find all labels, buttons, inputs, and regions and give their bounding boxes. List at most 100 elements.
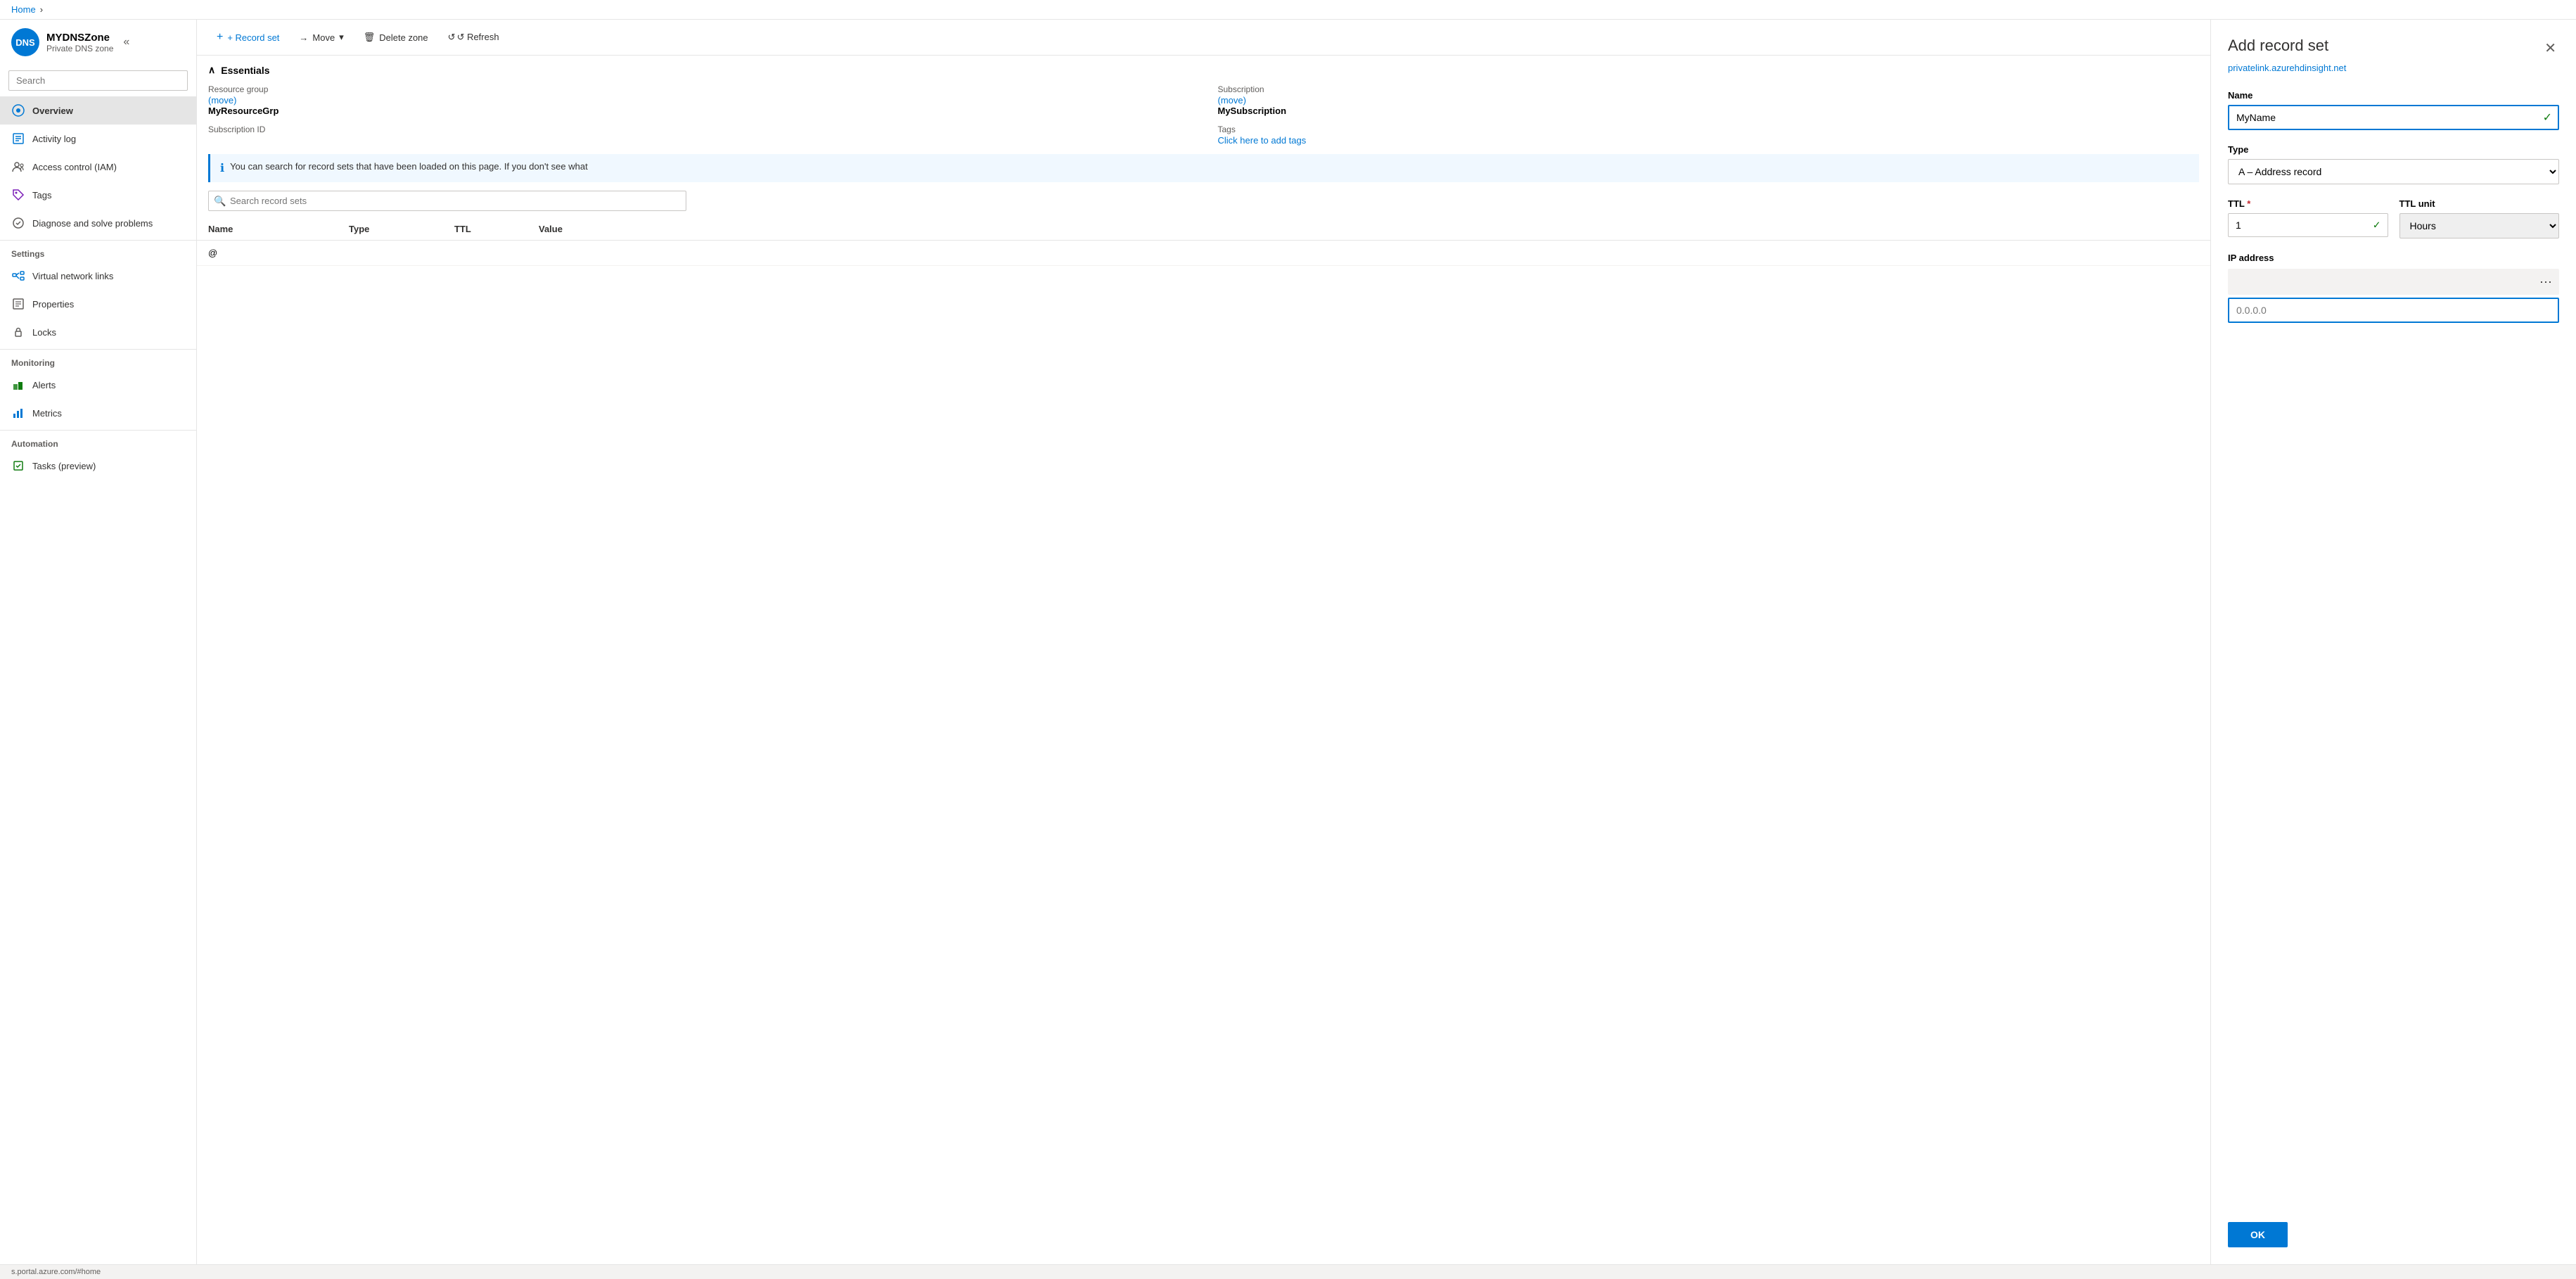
tasks-preview-icon — [11, 459, 25, 473]
breadcrumb-home[interactable]: Home — [11, 4, 36, 15]
breadcrumb[interactable]: Home › — [11, 4, 2565, 15]
essentials-title: Essentials — [221, 65, 269, 76]
settings-section-label: Settings — [0, 240, 196, 262]
resource-group-move-link[interactable]: (move) — [208, 95, 236, 106]
panel-subtitle: privatelink.azurehdinsight.net — [2228, 63, 2559, 73]
sidebar-header: DNS MYDNSZone Private DNS zone « — [0, 20, 196, 65]
locks-icon — [11, 325, 25, 339]
sidebar-item-properties[interactable]: Properties — [0, 290, 196, 318]
row-ttl — [454, 248, 539, 258]
refresh-icon: ↺ — [448, 32, 456, 43]
panel-type-select[interactable]: A – Address record AAAA – IPv6 address r… — [2228, 159, 2559, 184]
essentials-subscription-id: Subscription ID — [208, 125, 1190, 146]
ip-header: ··· — [2228, 269, 2559, 295]
move-button[interactable]: → Move ▾ — [290, 27, 352, 47]
overview-icon — [11, 103, 25, 117]
search-record-sets-icon: 🔍 — [214, 195, 226, 207]
panel-type-label: Type — [2228, 144, 2559, 155]
add-icon: + — [217, 31, 223, 44]
add-record-set-button[interactable]: + + Record set — [208, 27, 288, 48]
sidebar-resource-info: MYDNSZone Private DNS zone — [46, 32, 113, 53]
sidebar-item-label-virtual-network-links: Virtual network links — [32, 271, 113, 281]
panel-name-label: Name — [2228, 90, 2559, 101]
subscription-id-label: Subscription ID — [208, 125, 1190, 134]
sidebar-item-label-access-control: Access control (IAM) — [32, 162, 117, 172]
delete-icon: 🗑 — [364, 32, 376, 43]
sidebar-item-label-overview: Overview — [32, 106, 73, 116]
sidebar-item-overview[interactable]: Overview — [0, 96, 196, 125]
sidebar-item-label-alerts: Alerts — [32, 380, 56, 390]
sidebar-item-label-activity-log: Activity log — [32, 134, 76, 144]
content-area: + + Record set → Move ▾ 🗑 Delete zone ↺ … — [197, 20, 2210, 1264]
monitoring-section-label: Monitoring — [0, 349, 196, 371]
table-header: Name Type TTL Value — [197, 218, 2210, 241]
ip-address-input[interactable] — [2228, 298, 2559, 323]
status-url: s.portal.azure.com/#home — [11, 1268, 101, 1276]
ip-address-section: IP address ··· — [2228, 253, 2559, 323]
sidebar-item-label-tags: Tags — [32, 190, 51, 201]
virtual-network-links-icon — [11, 269, 25, 283]
sidebar-item-alerts[interactable]: Alerts — [0, 371, 196, 399]
panel-close-button[interactable]: ✕ — [2542, 37, 2559, 60]
sidebar-item-tags[interactable]: Tags — [0, 181, 196, 209]
sidebar-item-locks[interactable]: Locks — [0, 318, 196, 346]
tags-add-link[interactable]: Click here to add tags — [1218, 135, 1307, 146]
ttl-required-indicator: * — [2247, 198, 2250, 209]
essentials-tags: Tags Click here to add tags — [1218, 125, 2200, 146]
resource-group-value: MyResourceGrp — [208, 106, 1190, 116]
activity-log-icon — [11, 132, 25, 146]
toolbar: + + Record set → Move ▾ 🗑 Delete zone ↺ … — [197, 20, 2210, 56]
ttl-unit-label: TTL unit — [2399, 198, 2560, 209]
metrics-icon — [11, 406, 25, 420]
sidebar-resource-type: Private DNS zone — [46, 44, 113, 53]
search-record-sets-input[interactable] — [208, 191, 686, 211]
sidebar-collapse-button[interactable]: « — [120, 33, 132, 51]
info-banner-text: You can search for record sets that have… — [230, 161, 588, 175]
ttl-unit-field: TTL unit Seconds Minutes Hours Days — [2399, 198, 2560, 238]
move-chevron-icon: ▾ — [339, 32, 344, 43]
sidebar-item-label-diagnose: Diagnose and solve problems — [32, 218, 153, 229]
essentials-subscription: Subscription (move) MySubscription — [1218, 84, 2200, 116]
essentials-chevron-icon: ∧ — [208, 64, 215, 76]
delete-zone-button[interactable]: 🗑 Delete zone — [355, 27, 437, 47]
sidebar-item-tasks-preview[interactable]: Tasks (preview) — [0, 452, 196, 480]
refresh-button[interactable]: ↺ ↺ Refresh — [440, 27, 508, 47]
ttl-unit-select[interactable]: Seconds Minutes Hours Days — [2399, 213, 2560, 238]
panel-type-field: Type A – Address record AAAA – IPv6 addr… — [2228, 144, 2559, 184]
ip-address-label: IP address — [2228, 253, 2559, 263]
tags-icon — [11, 188, 25, 202]
table-row[interactable]: @ — [197, 241, 2210, 266]
subscription-value: MySubscription — [1218, 106, 2200, 116]
diagnose-icon — [11, 216, 25, 230]
ttl-input-container: ✓ — [2228, 213, 2388, 237]
sidebar-item-metrics[interactable]: Metrics — [0, 399, 196, 427]
sidebar: DNS MYDNSZone Private DNS zone « Overvie… — [0, 20, 197, 1264]
resource-group-label: Resource group — [208, 84, 1190, 94]
sidebar-item-diagnose[interactable]: Diagnose and solve problems — [0, 209, 196, 237]
status-bar: s.portal.azure.com/#home — [0, 1264, 2576, 1279]
sidebar-search-input[interactable] — [8, 70, 188, 91]
ttl-input[interactable] — [2228, 213, 2388, 237]
ip-more-options-icon[interactable]: ··· — [2539, 274, 2552, 289]
properties-icon — [11, 297, 25, 311]
sidebar-item-access-control[interactable]: Access control (IAM) — [0, 153, 196, 181]
panel-name-field: Name ✓ — [2228, 90, 2559, 130]
panel-footer: OK — [2228, 1205, 2559, 1247]
col-value: Value — [539, 224, 2199, 234]
essentials-header[interactable]: ∧ Essentials — [208, 64, 2199, 76]
essentials-section: ∧ Essentials Resource group (move) MyRes… — [197, 56, 2210, 154]
sidebar-search-container — [0, 65, 196, 96]
sidebar-item-virtual-network-links[interactable]: Virtual network links — [0, 262, 196, 290]
subscription-value-row: (move) — [1218, 94, 2200, 106]
resource-group-value-row: (move) — [208, 94, 1190, 106]
panel-title: Add record set — [2228, 37, 2328, 55]
refresh-label: ↺ Refresh — [457, 32, 499, 43]
alerts-icon — [11, 378, 25, 392]
automation-section-label: Automation — [0, 430, 196, 452]
panel-name-input[interactable] — [2228, 105, 2559, 130]
add-record-set-panel: Add record set ✕ privatelink.azurehdinsi… — [2210, 20, 2576, 1264]
sidebar-item-label-properties: Properties — [32, 299, 74, 310]
sidebar-item-activity-log[interactable]: Activity log — [0, 125, 196, 153]
subscription-move-link[interactable]: (move) — [1218, 95, 1246, 106]
ok-button[interactable]: OK — [2228, 1222, 2288, 1247]
